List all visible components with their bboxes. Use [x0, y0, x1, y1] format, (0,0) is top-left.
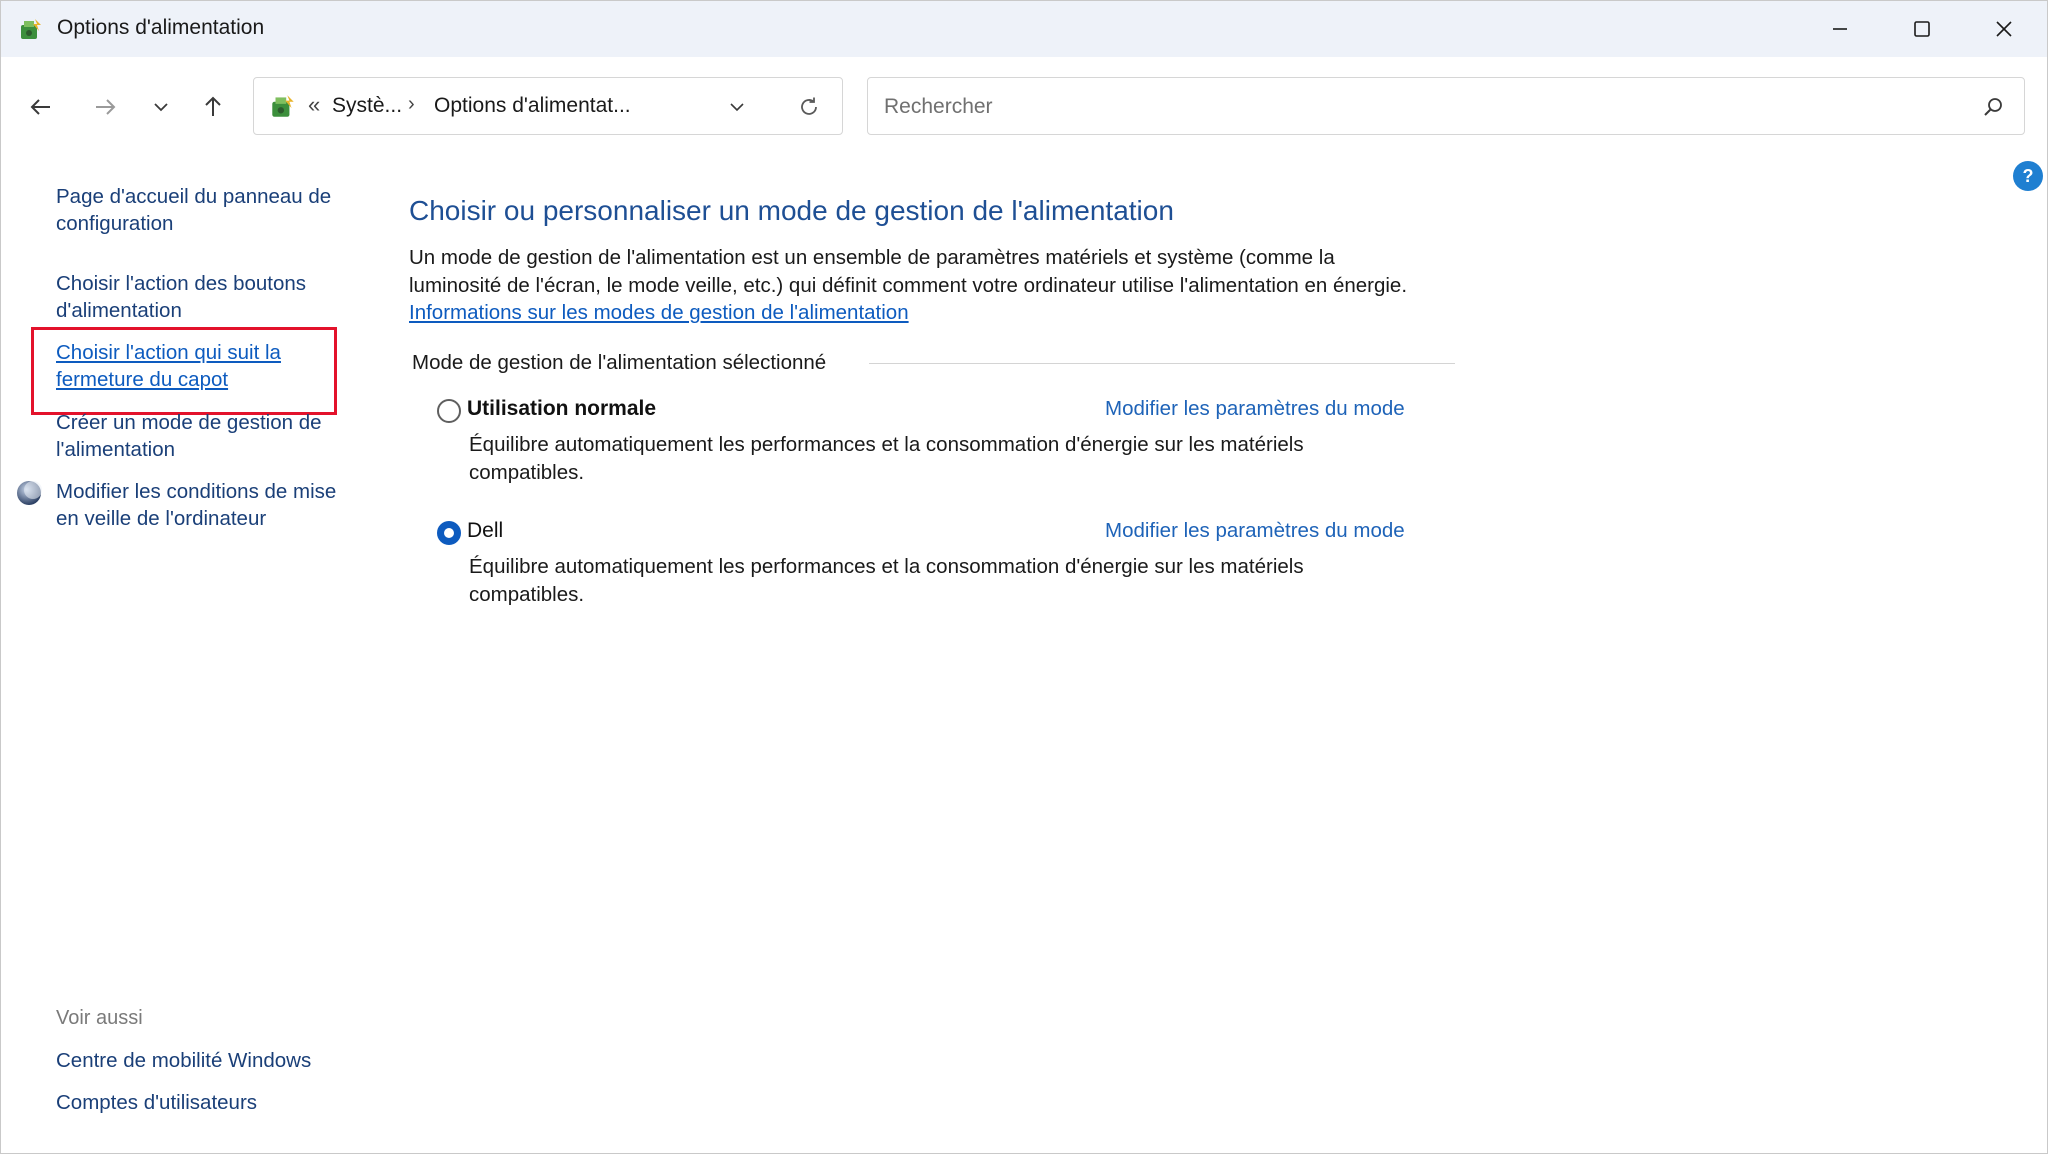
- power-options-window: Options d'alimentation « Systè... › Opti…: [0, 0, 2048, 1154]
- section-label: Mode de gestion de l'alimentation sélect…: [412, 351, 837, 375]
- arrow-right-icon: [96, 99, 116, 115]
- see-also-heading: Voir aussi: [56, 1007, 143, 1029]
- close-icon: [1996, 21, 2012, 37]
- power-options-app-icon: [17, 15, 45, 43]
- link-power-buttons-action[interactable]: Choisir l'action des boutons d'alimentat…: [56, 270, 356, 324]
- chevron-down-icon: [730, 103, 744, 112]
- chevron-down-icon: [154, 103, 168, 112]
- navigation-toolbar: « Systè... › Options d'alimentat...: [1, 57, 2047, 157]
- help-icon[interactable]: ?: [2013, 161, 2043, 191]
- section-divider: [869, 363, 1455, 364]
- address-dropdown-button[interactable]: [724, 94, 750, 120]
- moon-icon: [15, 479, 43, 507]
- maximize-button[interactable]: [1881, 1, 1963, 57]
- address-bar[interactable]: « Systè... › Options d'alimentat...: [253, 77, 843, 135]
- link-control-panel-home[interactable]: Page d'accueil du panneau de configurati…: [56, 183, 356, 237]
- up-button[interactable]: [193, 87, 233, 127]
- search-input[interactable]: [882, 88, 1936, 126]
- link-user-accounts[interactable]: Comptes d'utilisateurs: [56, 1091, 257, 1115]
- plan-description: Équilibre automatiquement les performanc…: [469, 555, 1304, 606]
- plan-description: Équilibre automatiquement les performanc…: [469, 433, 1304, 484]
- title-bar: Options d'alimentation: [1, 1, 2047, 57]
- link-sleep-settings[interactable]: Modifier les conditions de mise en veill…: [56, 478, 356, 532]
- window-title: Options d'alimentation: [57, 16, 265, 39]
- info-power-plans-link[interactable]: Informations sur les modes de gestion de…: [409, 301, 909, 324]
- recent-locations-button[interactable]: [141, 87, 181, 127]
- page-title: Choisir ou personnaliser un mode de gest…: [409, 195, 1174, 226]
- plan-radio-dell[interactable]: [437, 521, 461, 545]
- modify-plan-link[interactable]: Modifier les paramètres du mode: [1105, 519, 1405, 543]
- plan-name[interactable]: Dell: [467, 519, 503, 543]
- minimize-icon: [1833, 28, 1847, 30]
- breadcrumb-overflow[interactable]: «: [308, 92, 320, 118]
- modify-plan-link[interactable]: Modifier les paramètres du mode: [1105, 397, 1405, 421]
- search-button[interactable]: [1978, 92, 2008, 122]
- description-text: Un mode de gestion de l'alimentation est…: [409, 246, 1408, 297]
- link-windows-mobility-center[interactable]: Centre de mobilité Windows: [56, 1049, 311, 1073]
- page-description: Un mode de gestion de l'alimentation est…: [409, 244, 1419, 327]
- plan-radio-normal[interactable]: [437, 399, 461, 423]
- search-icon: [1984, 98, 2002, 116]
- breadcrumb-system[interactable]: Systè...: [332, 94, 402, 118]
- plan-name[interactable]: Utilisation normale: [467, 397, 656, 421]
- breadcrumb-separator[interactable]: ›: [408, 93, 415, 116]
- maximize-icon: [1914, 21, 1930, 37]
- breadcrumb-power-options[interactable]: Options d'alimentat...: [434, 94, 631, 118]
- power-options-icon: [268, 91, 298, 121]
- back-button[interactable]: [21, 87, 61, 127]
- link-lid-close-action[interactable]: Choisir l'action qui suit la fermeture d…: [56, 339, 356, 393]
- arrow-left-icon: [30, 99, 50, 115]
- refresh-icon: [801, 97, 817, 115]
- search-box[interactable]: [867, 77, 2025, 135]
- link-create-power-plan[interactable]: Créer un mode de gestion de l'alimentati…: [56, 409, 356, 463]
- close-button[interactable]: [1963, 1, 2045, 57]
- minimize-button[interactable]: [1799, 1, 1881, 57]
- arrow-up-icon: [205, 96, 221, 116]
- forward-button[interactable]: [85, 87, 125, 127]
- refresh-button[interactable]: [794, 92, 824, 122]
